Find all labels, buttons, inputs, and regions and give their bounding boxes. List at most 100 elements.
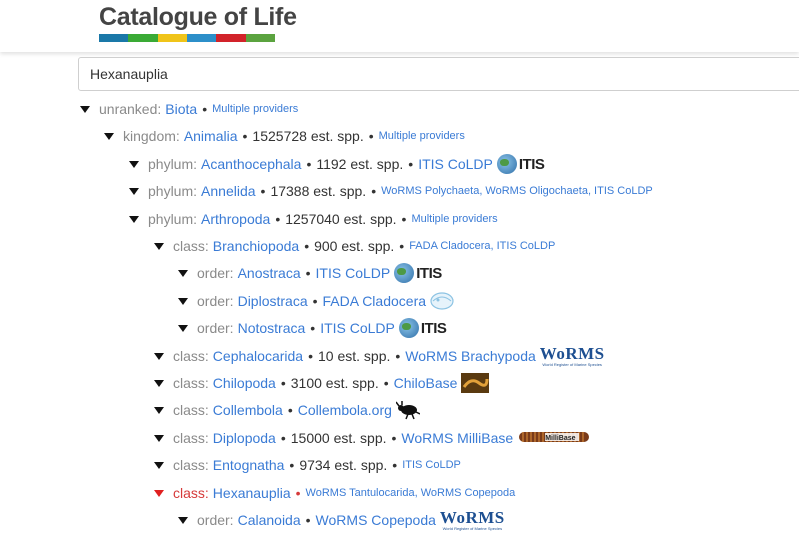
separator-dot: • [395, 348, 401, 364]
separator-dot: • [260, 183, 266, 199]
taxon-link[interactable]: Animalia [184, 128, 238, 144]
caret-down-icon[interactable] [154, 434, 164, 442]
caret-down-icon[interactable] [129, 187, 139, 195]
provider-link[interactable]: ITIS CoLDP [316, 265, 391, 281]
taxon-link[interactable]: Anostraca [238, 265, 301, 281]
tree-node-arthropoda: phylum: Arthropoda • 1257040 est. spp. • Mult… [129, 207, 498, 231]
separator-dot: • [401, 211, 407, 227]
taxon-link[interactable]: Hexanauplia [213, 485, 291, 501]
caret-down-icon[interactable] [178, 269, 188, 277]
taxon-link[interactable]: Collembola [213, 402, 283, 418]
caret-down-icon[interactable] [104, 132, 114, 140]
taxon-link[interactable]: Annelida [201, 183, 256, 199]
separator-dot: • [289, 457, 295, 473]
caret-down-icon[interactable] [129, 215, 139, 223]
provider-link[interactable]: FADA Cladocera, ITIS CoLDP [409, 240, 555, 252]
caret-down-icon[interactable] [154, 406, 164, 414]
taxon-link[interactable]: Acanthocephala [201, 156, 301, 172]
species-estimate: 1257040 est. spp. [285, 211, 397, 227]
separator-dot: • [312, 293, 318, 309]
provider-link[interactable]: WoRMS Polychaeta, WoRMS Oligochaeta, ITI… [381, 185, 653, 197]
itis-logo: ITIS [394, 262, 442, 284]
itis-logo-text: ITIS [420, 319, 447, 337]
provider-link[interactable]: WoRMS Tantulocarida, WoRMS Copepoda [306, 487, 516, 499]
rank-label: class: [173, 402, 209, 418]
provider-link[interactable]: WoRMS Copepoda [316, 512, 436, 528]
provider-link[interactable]: FADA Cladocera [323, 293, 427, 309]
separator-dot: • [280, 375, 286, 391]
caret-down-icon[interactable] [178, 324, 188, 332]
rank-label: class: [173, 238, 209, 254]
caret-down-icon[interactable] [154, 379, 164, 387]
rank-label: unranked: [99, 101, 162, 117]
taxon-link[interactable]: Entognatha [213, 457, 285, 473]
taxon-link[interactable]: Notostraca [238, 320, 306, 336]
separator-dot: • [287, 402, 293, 418]
taxon-link[interactable]: Cephalocarida [213, 348, 303, 364]
caret-down-icon[interactable] [80, 105, 90, 113]
caret-down-icon[interactable] [178, 297, 188, 305]
logo-color-bar [99, 34, 275, 42]
caret-down-icon[interactable] [154, 242, 164, 250]
caret-down-icon[interactable] [154, 489, 164, 497]
search-input[interactable] [78, 57, 799, 91]
collembola-logo [395, 399, 420, 421]
rank-label: phylum: [148, 183, 198, 199]
worms-logo-subtitle: World Register of Marine Species [442, 525, 503, 531]
provider-link[interactable]: Multiple providers [379, 130, 465, 142]
worms-logo: WoRMS World Register of Marine Species [540, 345, 605, 367]
provider-link[interactable]: ITIS CoLDP [320, 320, 395, 336]
separator-dot: • [305, 512, 311, 528]
caret-down-icon[interactable] [154, 352, 164, 360]
worms-logo: WoRMS World Register of Marine Species [440, 509, 505, 531]
rank-label: class: [173, 375, 209, 391]
taxon-link[interactable]: Calanoida [238, 512, 301, 528]
itis-logo: ITIS [398, 317, 447, 339]
itis-logo: ITIS [496, 153, 545, 175]
provider-link[interactable]: Multiple providers [212, 103, 298, 115]
tree-node-branchiopoda: class: Branchiopoda • 900 est. spp. • FADA Cl… [154, 234, 555, 258]
separator-dot: • [408, 156, 414, 172]
separator-dot: • [308, 348, 313, 364]
caret-down-icon[interactable] [129, 160, 139, 168]
tree-node-chilopoda: class: Chilopoda • 3100 est. spp. • ChiloBase… [154, 371, 490, 395]
provider-link[interactable]: ITIS CoLDP [402, 459, 461, 471]
tree-node-collembola: class: Collembola • Collembola.org [154, 398, 420, 422]
provider-link[interactable]: Multiple providers [411, 213, 497, 225]
taxon-link[interactable]: Arthropoda [201, 211, 270, 227]
rank-label: order: [197, 320, 234, 336]
rank-label: phylum: [148, 156, 198, 172]
provider-link[interactable]: Collembola.org [298, 402, 392, 418]
tree-node-diplopoda: class: Diplopoda • 15000 est. spp. • WoRMS Mi… [154, 426, 622, 450]
separator-dot: • [306, 156, 312, 172]
provider-link[interactable]: WoRMS Brachypoda [405, 348, 535, 364]
taxon-link[interactable]: Diplopoda [213, 430, 276, 446]
taxon-link[interactable]: Biota [165, 101, 197, 117]
fada-logo [430, 290, 454, 312]
chilobase-centipede-icon [461, 373, 490, 393]
taxon-link[interactable]: Branchiopoda [213, 238, 299, 254]
provider-link[interactable]: ITIS CoLDP [418, 156, 493, 172]
tree-node-biota: unranked: Biota • Multiple providers [80, 97, 298, 121]
worms-logo-wordmark: WoRMS World Register of Marine Species [540, 345, 605, 367]
tree-node-notostraca: order: Notostraca • ITIS CoLDP ITIS [178, 316, 447, 340]
separator-dot: • [305, 265, 311, 281]
provider-link[interactable]: WoRMS MilliBase [401, 430, 513, 446]
globe-icon [398, 318, 419, 338]
rank-label: class: [173, 348, 209, 364]
taxon-link[interactable]: Diplostraca [238, 293, 308, 309]
site-logo[interactable]: Catalogue of Life [99, 3, 297, 32]
separator-dot: • [295, 485, 301, 501]
tree-node-anostraca: order: Anostraca • ITIS CoLDP ITIS [178, 261, 442, 285]
provider-link[interactable]: ChiloBase [394, 375, 458, 391]
caret-down-icon[interactable] [154, 461, 164, 469]
caret-down-icon[interactable] [178, 516, 188, 524]
separator-dot: • [392, 457, 398, 473]
species-estimate: 1192 est. spp. [316, 156, 404, 172]
worms-logo-subtitle: World Register of Marine Species [542, 361, 602, 367]
springtail-icon [395, 401, 420, 420]
millibase-logo-text: MilliBase [545, 434, 576, 442]
taxon-link[interactable]: Chilopoda [213, 375, 276, 391]
tree-node-cephalocarida: class: Cephalocarida • 10 est. spp. • WoRMS B… [154, 344, 605, 368]
tree-node-calanoida: order: Calanoida • WoRMS Copepoda WoRMS World… [178, 508, 505, 532]
